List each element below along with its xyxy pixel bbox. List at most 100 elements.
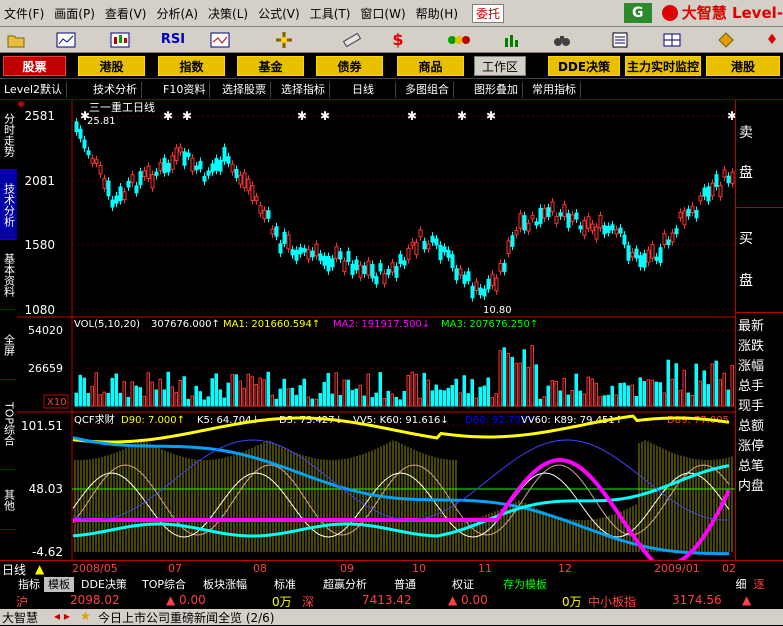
diamond-icon[interactable] — [714, 29, 738, 50]
nav-fund[interactable]: 基金 — [237, 56, 304, 76]
rsi-icon[interactable]: RSI — [158, 29, 188, 50]
sidetab-top[interactable]: TOP综合 — [0, 380, 17, 470]
list-doc-icon[interactable] — [608, 29, 632, 50]
candle-body — [330, 258, 335, 268]
sh-label[interactable]: 沪 — [16, 593, 28, 610]
candle-body — [514, 230, 519, 236]
candle-body — [546, 207, 551, 217]
green-logo-icon: G — [623, 2, 652, 23]
candle-body — [126, 180, 131, 188]
candle-body — [562, 204, 567, 218]
tab-standard[interactable]: 标准 — [268, 577, 302, 592]
menu-decision[interactable]: 决策(L) — [208, 5, 248, 22]
minute-chart-icon[interactable] — [54, 29, 78, 50]
volume-bar — [618, 382, 622, 407]
candle-body — [614, 229, 619, 235]
binoculars-icon[interactable] — [550, 29, 574, 50]
subbar-select-stock[interactable]: 选择股票 — [222, 82, 271, 98]
subbar-multi[interactable]: 多图组合 — [405, 82, 454, 98]
volume-bar — [542, 396, 546, 407]
volume-bar — [350, 390, 354, 407]
candle-body — [266, 210, 271, 219]
brand-small-icon[interactable]: ♦ — [760, 29, 783, 50]
nav-stock[interactable]: 股票 — [3, 56, 66, 76]
menu-window[interactable]: 窗口(W) — [360, 5, 405, 22]
colored-dots-icon[interactable] — [446, 29, 472, 50]
tab-template[interactable]: 模板 — [44, 577, 74, 592]
subbar-daily[interactable]: 日线 — [352, 82, 396, 98]
tab-warrant[interactable]: 权证 — [446, 577, 480, 592]
candle-body — [470, 285, 475, 299]
chart-area[interactable]: 三一重工日线 2581 2081 1580 1080 25.81 10.80 ✱… — [17, 100, 735, 560]
volume-bar — [486, 377, 490, 407]
nav-main-force[interactable]: 主力实时监控 — [625, 56, 701, 76]
compare-chart-icon[interactable] — [208, 29, 232, 50]
bar-stats-icon[interactable] — [500, 29, 524, 50]
subbar-select-indicator[interactable]: 选择指标 — [281, 82, 330, 98]
volume-bar — [282, 378, 286, 407]
delegate-button[interactable]: 委托 — [472, 3, 505, 23]
candle-body — [586, 216, 591, 229]
candle-body — [442, 246, 447, 253]
sidetab-tech[interactable]: 技术分析 — [0, 170, 17, 240]
ruler-icon[interactable] — [340, 29, 364, 50]
candle-body — [622, 234, 627, 245]
menu-tools[interactable]: 工具(T) — [310, 5, 351, 22]
period-up-icon[interactable]: ▲ — [35, 562, 44, 576]
menu-view[interactable]: 查看(V) — [105, 5, 147, 22]
tab-top[interactable]: TOP综合 — [138, 577, 190, 592]
tab-indicator[interactable]: 指标 — [14, 577, 44, 592]
news-nav-icon[interactable]: ◂ ▸ — [54, 609, 70, 623]
menu-view-screen[interactable]: 画面(P) — [54, 5, 95, 22]
sme-label[interactable]: 中小板指 — [588, 593, 636, 610]
nav-bond[interactable]: 债券 — [316, 56, 383, 76]
candle-body — [674, 228, 679, 235]
tab-dde[interactable]: DDE决策 — [78, 577, 130, 592]
subbar-level2[interactable]: Level2默认 — [4, 82, 68, 98]
menu-formula[interactable]: 公式(V) — [258, 5, 300, 22]
tab-detail[interactable]: 细 — [734, 577, 748, 592]
date-tick: 02 — [722, 562, 736, 575]
crosshair-icon[interactable] — [272, 29, 296, 50]
sz-volume: 0万 — [562, 595, 582, 609]
sidetab-minute[interactable]: 分时走势 — [0, 100, 17, 170]
volume-bar — [730, 365, 734, 407]
sz-label[interactable]: 深 — [302, 593, 314, 610]
subbar-f10[interactable]: F10资料 — [163, 82, 211, 98]
volume-bar — [382, 398, 386, 407]
candle-body — [210, 163, 215, 173]
open-folder-icon[interactable] — [4, 29, 28, 50]
nav-index[interactable]: 指数 — [158, 56, 225, 76]
nav-workspace[interactable]: 工作区 — [474, 56, 526, 76]
candle-body — [278, 243, 283, 254]
tab-normal[interactable]: 普通 — [388, 577, 422, 592]
volume-bar — [726, 389, 730, 407]
menu-help[interactable]: 帮助(H) — [416, 5, 458, 22]
sidetab-fullscreen[interactable]: 全屏 — [0, 310, 17, 380]
menu-analysis[interactable]: 分析(A) — [156, 5, 198, 22]
sidetab-other[interactable]: 其他 — [0, 470, 17, 530]
subbar-overlay[interactable]: 图形叠加 — [474, 82, 523, 98]
kline-chart-icon[interactable] — [108, 29, 132, 50]
subbar-tech[interactable]: 技术分析 — [93, 82, 142, 98]
grid-window-icon[interactable] — [660, 29, 684, 50]
nav-goods[interactable]: 商品 — [397, 56, 464, 76]
subbar-common[interactable]: 常用指标 — [532, 82, 581, 98]
dollar-icon[interactable]: $ — [386, 29, 410, 50]
nav-hk[interactable]: 港股 — [78, 56, 145, 76]
tab-super[interactable]: 超赢分析 — [316, 577, 374, 592]
tab-save-template[interactable]: 存为模板 — [496, 577, 554, 592]
tab-sector[interactable]: 板块涨幅 — [196, 577, 254, 592]
volume-bar — [82, 377, 86, 407]
volume-bar — [422, 372, 426, 407]
volume-bar — [498, 350, 502, 407]
tab-tick[interactable]: 逐 — [752, 577, 766, 592]
candle-body — [590, 223, 595, 232]
candle-body — [574, 212, 579, 220]
news-text[interactable]: 今日上市公司重磅新闻全览 (2/6) — [98, 609, 275, 626]
nav-hk2[interactable]: 港股 — [706, 56, 780, 76]
nav-dde[interactable]: DDE决策 — [548, 56, 620, 76]
candle-body — [242, 172, 247, 189]
sidetab-basic[interactable]: 基本资料 — [0, 240, 17, 310]
menu-file[interactable]: 文件(F) — [4, 5, 44, 22]
